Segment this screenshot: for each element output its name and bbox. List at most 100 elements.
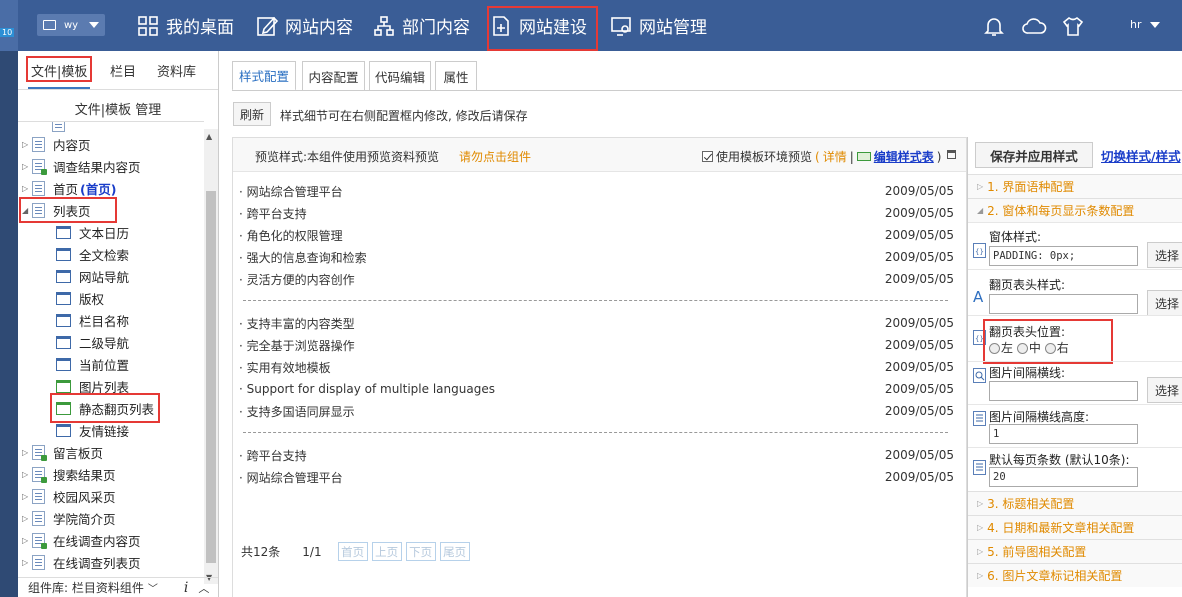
select-button[interactable]: 选择 bbox=[1147, 377, 1182, 403]
document-icon bbox=[32, 444, 47, 461]
tab-properties[interactable]: 属性 bbox=[435, 61, 477, 91]
nav-site-content[interactable]: 网站内容 bbox=[256, 0, 353, 51]
use-env-checkbox[interactable] bbox=[702, 151, 713, 162]
window-style-input[interactable]: PADDING: 0px; bbox=[989, 246, 1138, 266]
tree-item[interactable]: 友情链接 bbox=[56, 420, 129, 440]
per-page-input[interactable]: 20 bbox=[989, 467, 1138, 487]
item-title: · 网站综合管理平台 bbox=[239, 470, 343, 485]
document-icon bbox=[32, 466, 47, 483]
config-section[interactable]: ◢ 2. 窗体和每页显示条数配置 bbox=[968, 198, 1182, 222]
expand-arrow-icon[interactable]: ▷ bbox=[22, 184, 32, 193]
tab-content-config[interactable]: 内容配置 bbox=[302, 61, 365, 91]
item-date: 2009/05/05 bbox=[884, 382, 954, 396]
list-item[interactable]: · 完全基于浏览器操作 2009/05/05 bbox=[239, 334, 954, 356]
tab-column[interactable]: 栏目 bbox=[110, 61, 136, 80]
select-button[interactable]: 选择 bbox=[1147, 290, 1182, 316]
switch-style-link[interactable]: 切换样式/样式 bbox=[1101, 146, 1181, 165]
detail-link[interactable]: 详情 bbox=[823, 148, 847, 165]
list-item[interactable]: · 支持多国语同屏显示 2009/05/05 bbox=[239, 400, 954, 422]
user-menu[interactable]: hr bbox=[1130, 18, 1160, 31]
minimize-icon[interactable] bbox=[947, 150, 956, 159]
select-button[interactable]: 选择 bbox=[1147, 242, 1182, 268]
tree-item[interactable]: ▷ 搜索结果页 bbox=[22, 464, 116, 484]
chevron-up-icon[interactable]: ︿ bbox=[198, 580, 209, 596]
cloud-icon[interactable] bbox=[1021, 15, 1047, 37]
tree-item[interactable]: ▷ 在线调查列表页 bbox=[22, 552, 141, 572]
bell-icon[interactable] bbox=[983, 15, 1005, 37]
expand-arrow-icon[interactable]: ▷ bbox=[22, 448, 32, 457]
scroll-thumb[interactable] bbox=[206, 191, 216, 563]
list-item[interactable]: · Support for display of multiple langua… bbox=[239, 378, 954, 400]
component-library-bar[interactable]: 组件库: 栏目资料组件 ﹀ i ︿ bbox=[18, 577, 218, 597]
tree-item[interactable]: ▷ 调查结果内容页 bbox=[22, 156, 141, 176]
img-line-height-input[interactable]: 1 bbox=[989, 424, 1138, 444]
expand-arrow-icon[interactable]: ▷ bbox=[22, 162, 32, 171]
expand-arrow-icon[interactable]: ▷ bbox=[22, 492, 32, 501]
tree-item-label: 调查结果内容页 bbox=[53, 159, 141, 175]
list-item[interactable]: · 网站综合管理平台 2009/05/05 bbox=[239, 466, 954, 488]
nav-my-desktop[interactable]: 我的桌面 bbox=[137, 0, 234, 51]
nav-site-manage[interactable]: 网站管理 bbox=[610, 0, 707, 51]
tree-item[interactable]: ▷ 学院简介页 bbox=[22, 508, 116, 528]
refresh-button[interactable]: 刷新 bbox=[233, 102, 271, 126]
tree-item[interactable]: 栏目名称 bbox=[56, 310, 129, 330]
list-item[interactable]: · 网站综合管理平台 2009/05/05 bbox=[239, 180, 954, 202]
tree-item[interactable]: 二级导航 bbox=[56, 332, 129, 352]
tree-item[interactable]: ▷ 首页 (首页) bbox=[22, 178, 116, 198]
pager-style-input[interactable] bbox=[989, 294, 1138, 314]
item-date: 2009/05/05 bbox=[884, 228, 954, 242]
item-title: · 实用有效地模板 bbox=[239, 360, 331, 375]
site-select[interactable]: wy bbox=[37, 14, 105, 36]
item-date: 2009/05/05 bbox=[884, 360, 954, 374]
tab-library[interactable]: 资料库 bbox=[157, 61, 196, 80]
tree-item-label: 友情链接 bbox=[79, 423, 130, 439]
tree-item[interactable]: 当前位置 bbox=[56, 354, 129, 374]
tab-code-edit[interactable]: 代码编辑 bbox=[369, 61, 431, 91]
expand-arrow-icon[interactable]: ▷ bbox=[22, 558, 32, 567]
shirt-icon[interactable] bbox=[1062, 15, 1084, 37]
edit-stylesheet-link[interactable]: 编辑样式表 bbox=[874, 148, 934, 165]
nav-dept-content[interactable]: 部门内容 bbox=[373, 0, 470, 51]
tree-item[interactable]: ▷ 校园风采页 bbox=[22, 486, 116, 506]
list-item[interactable]: · 角色化的权限管理 2009/05/05 bbox=[239, 224, 954, 246]
expand-arrow-icon[interactable]: ▷ bbox=[22, 514, 32, 523]
config-section[interactable]: ▷ 5. 前导图相关配置 bbox=[968, 539, 1182, 563]
tree-item[interactable]: 文本日历 bbox=[56, 222, 129, 242]
tab-style-config[interactable]: 样式配置 bbox=[232, 61, 296, 91]
tree-item[interactable]: ▷ 在线调查内容页 bbox=[22, 530, 141, 550]
tree-item[interactable]: 网站导航 bbox=[56, 266, 129, 286]
list-item[interactable]: · 强大的信息查询和检索 2009/05/05 bbox=[239, 246, 954, 268]
tree-scrollbar[interactable]: ▲ ▼ bbox=[204, 129, 218, 584]
item-date: 2009/05/05 bbox=[884, 338, 954, 352]
tree-item-label: 版权 bbox=[79, 291, 105, 307]
list-item[interactable]: · 跨平台支持 2009/05/05 bbox=[239, 444, 954, 466]
info-icon[interactable]: i bbox=[184, 580, 188, 596]
tree-item[interactable]: ▷ 留言板页 bbox=[22, 442, 103, 462]
next-page-button[interactable]: 下页 bbox=[405, 542, 436, 561]
config-section[interactable]: ▷ 4. 日期和最新文章相关配置 bbox=[968, 515, 1182, 539]
expand-arrow-icon[interactable]: ▷ bbox=[22, 470, 32, 479]
chevron-down-icon[interactable]: ﹀ bbox=[148, 580, 158, 595]
prev-page-button[interactable]: 上页 bbox=[371, 542, 402, 561]
list-item[interactable]: · 实用有效地模板 2009/05/05 bbox=[239, 356, 954, 378]
first-page-button[interactable]: 首页 bbox=[337, 542, 368, 561]
tree-item[interactable]: 版权 bbox=[56, 288, 104, 308]
list-item[interactable]: · 灵活方便的内容创作 2009/05/05 bbox=[239, 268, 954, 290]
save-apply-button[interactable]: 保存并应用样式 bbox=[975, 142, 1093, 168]
expand-arrow-icon[interactable]: ▷ bbox=[22, 140, 32, 149]
scroll-up-icon[interactable]: ▲ bbox=[206, 132, 212, 141]
list-item[interactable]: · 支持丰富的内容类型 2009/05/05 bbox=[239, 312, 954, 334]
document-icon bbox=[32, 488, 45, 504]
tree-item[interactable]: ▷ 内容页 bbox=[22, 134, 91, 154]
config-section[interactable]: ▷ 3. 标题相关配置 bbox=[968, 491, 1182, 515]
last-page-button[interactable]: 尾页 bbox=[439, 542, 470, 561]
expand-arrow-icon[interactable]: ▷ bbox=[22, 536, 32, 545]
list-item[interactable]: · 跨平台支持 2009/05/05 bbox=[239, 202, 954, 224]
top-navbar: 10 wy 我的桌面 网站内容 部门内容 网站建设 网站管理 hr bbox=[0, 0, 1182, 51]
document-icon bbox=[32, 158, 47, 175]
config-section[interactable]: ▷ 1. 界面语种配置 bbox=[968, 174, 1182, 198]
item-title-text: 实用有效地模板 bbox=[246, 360, 331, 375]
config-section[interactable]: ▷ 6. 图片文章标记相关配置 bbox=[968, 563, 1182, 587]
tree-item[interactable]: 全文检索 bbox=[56, 244, 129, 264]
img-line-input[interactable] bbox=[989, 381, 1138, 401]
